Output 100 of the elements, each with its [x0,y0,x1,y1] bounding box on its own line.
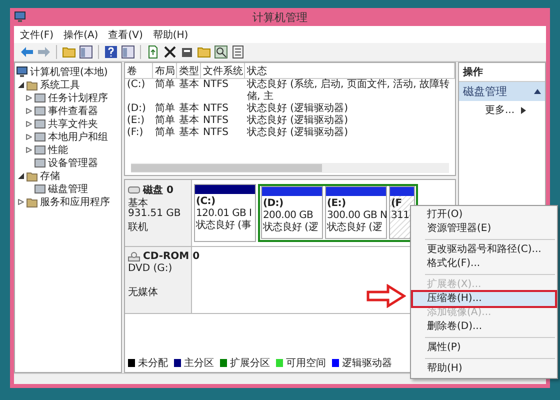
folder-icon [26,170,38,182]
partition-label: (E:) [327,198,347,210]
legend-label: 扩展分区 [230,356,270,370]
tree-item[interactable]: 磁盘管理 [48,182,88,196]
menu-item[interactable]: 更改驱动器号和路径(C)... [413,243,555,257]
partition-block[interactable]: (C:) 120.01 GB I 状态良好 (事 [194,184,256,242]
table-cell-text: 简单 [154,127,176,139]
table-cell-text: (E:) [126,115,146,127]
menu-item[interactable]: 删除卷(D)... [413,320,555,334]
tool-icon [34,92,46,104]
partition-label: (F [391,198,403,210]
table-cell-text: 基本 [178,103,200,114]
tool-icon [34,118,46,130]
panel-icon[interactable] [79,45,93,59]
table-cell-text: NTFS [202,79,230,92]
panel-icon[interactable] [121,45,135,59]
table-cell-text: 简单 [154,79,176,92]
actions-section[interactable]: 磁盘管理 [459,82,545,101]
tree-item[interactable]: 计算机管理(本地) [30,64,108,78]
menu-item[interactable]: 压缩卷(H)... [413,292,555,306]
table-cell-text: (C:) [126,79,146,92]
tool-icon [34,156,46,168]
partition-size: 300.00 GB N [327,210,385,222]
table-cell-text: 基本 [178,79,200,92]
computer-icon [16,66,28,78]
menu-item[interactable]: 查看(V) [108,28,143,42]
table-cell-text: (F:) [126,127,144,139]
disk-detail: 无媒体 [128,286,159,297]
disk-detail: 931.51 GB [128,208,182,220]
collapsed-triangle-icon[interactable] [26,94,32,100]
legend-label: 主分区 [184,356,214,370]
tree-item[interactable]: 性能 [48,142,68,156]
partition-label: (C:) [196,196,216,208]
partition-status: 状态良好 (逻 [327,222,383,234]
tool-icon [34,130,46,142]
delete-icon[interactable] [163,45,177,59]
table-cell-text: 简单 [154,103,176,114]
table-cell-text: 基本 [178,115,200,126]
collapsed-triangle-icon[interactable] [26,120,32,126]
menu-item[interactable]: 资源管理器(E) [413,222,555,236]
horizontal-scrollbar[interactable] [131,163,449,173]
arrow-icon [366,284,406,308]
section-title: 磁盘管理 [463,84,507,99]
column-header[interactable]: 卷 [125,63,153,79]
collapsed-triangle-icon[interactable] [26,134,32,140]
tree-item[interactable]: 共享文件夹 [48,116,98,130]
table-cell-text: NTFS [202,127,230,139]
column-header[interactable]: 状态 [245,63,455,79]
menu-item[interactable]: 操作(A) [64,28,98,42]
action-link[interactable]: 更多... [485,103,515,117]
properties-icon[interactable] [180,45,194,59]
table-cell-text: 简单 [154,115,176,126]
menu-item[interactable]: 帮助(H) [413,362,555,376]
window-title: 计算机管理 [252,10,308,24]
disk-name: 磁盘 0 [143,184,174,196]
column-header[interactable]: 布局 [153,63,177,79]
expanded-triangle-icon[interactable] [18,82,24,88]
tool-icon [34,182,46,194]
menu-item[interactable]: 文件(F) [20,28,54,42]
tree-item[interactable]: 存储 [40,168,60,182]
table-cell-text: 状态良好 (系统, 启动, 页面文件, 活动, 故障转储, 主 [246,79,451,102]
checklist-icon[interactable] [231,45,245,59]
folder-icon [26,196,38,208]
back-icon[interactable] [20,45,34,59]
partition-size: 120.01 GB I [196,208,253,220]
column-header[interactable]: 文件系统 [201,63,245,79]
menu-item[interactable]: 打开(O) [413,208,555,222]
legend-label: 逻辑驱动器 [342,356,392,370]
folder-icon [26,78,38,90]
tool-icon [34,144,46,156]
table-cell-text: 状态良好 (逻辑驱动器) [246,103,349,114]
tree-item[interactable]: 系统工具 [40,78,80,92]
tree-item[interactable]: 本地用户和组 [48,130,108,144]
column-header[interactable]: 类型 [177,63,201,79]
help-icon[interactable] [104,45,118,59]
disk-detail: DVD (G:) [128,263,174,275]
expanded-triangle-icon[interactable] [18,172,24,178]
export-icon[interactable] [146,45,160,59]
submenu-arrow-icon [520,106,526,114]
disk-drive-icon [128,186,140,194]
legend-label: 未分配 [138,356,168,370]
legend-label: 可用空间 [286,356,326,370]
menu-item[interactable]: 格式化(F)... [413,257,555,271]
partition-block[interactable]: (D:) 200.00 GB 状态良好 (逻 [261,186,323,239]
collapsed-triangle-icon[interactable] [26,146,32,152]
disk-detail: 联机 [128,220,149,232]
tree-item[interactable]: 任务计划程序 [48,90,108,104]
tree-item[interactable]: 服务和应用程序 [40,194,110,208]
menu-item[interactable]: 帮助(H) [152,28,188,42]
search-icon[interactable] [214,45,228,59]
tree-item[interactable]: 设备管理器 [48,156,98,170]
table-cell-text: NTFS [202,115,230,127]
menu-item[interactable]: 属性(P) [413,341,555,355]
table-cell-text: NTFS [202,103,230,115]
partition-block[interactable]: (E:) 300.00 GB N 状态良好 (逻 [325,186,387,239]
tree-item[interactable]: 事件查看器 [48,104,98,118]
collapsed-triangle-icon[interactable] [18,198,24,204]
collapsed-triangle-icon[interactable] [26,108,32,114]
disk-detail: 基本 [128,196,148,208]
folder-icon[interactable] [62,45,76,59]
